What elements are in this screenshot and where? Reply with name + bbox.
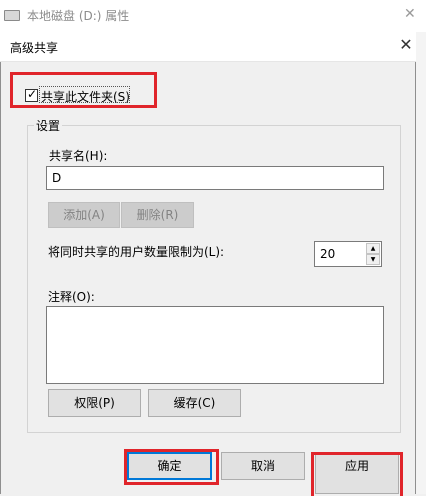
comments-label: 注释(O):	[48, 290, 95, 304]
settings-group-label: 设置	[34, 117, 63, 134]
share-name-input[interactable]	[46, 166, 384, 190]
caching-button[interactable]: 缓存(C)	[148, 389, 241, 417]
close-icon[interactable]: ✕	[396, 35, 416, 55]
user-limit-value[interactable]: 20	[320, 247, 335, 261]
parent-window-title: 本地磁盘 (D:) 属性	[27, 9, 130, 23]
highlight-box-apply	[311, 452, 403, 496]
highlight-box-ok	[124, 449, 219, 485]
user-limit-spinner[interactable]: 20 ▲ ▼	[314, 241, 382, 267]
permissions-button[interactable]: 权限(P)	[48, 389, 141, 417]
share-name-label: 共享名(H):	[49, 149, 108, 163]
dialog-title: 高级共享	[10, 41, 59, 55]
dialog-titlebar	[0, 32, 416, 62]
spin-down-icon[interactable]: ▼	[366, 254, 380, 265]
remove-button[interactable]: 删除(R)	[121, 202, 194, 228]
user-limit-label: 将同时共享的用户数量限制为(L):	[48, 245, 225, 259]
add-button[interactable]: 添加(A)	[48, 202, 120, 228]
comments-textarea[interactable]	[46, 306, 384, 384]
highlight-box-share	[10, 72, 157, 108]
cancel-button[interactable]: 取消	[221, 452, 305, 480]
drive-icon	[4, 10, 20, 21]
parent-close-icon[interactable]: ✕	[404, 6, 416, 22]
spin-up-icon[interactable]: ▲	[366, 243, 380, 254]
